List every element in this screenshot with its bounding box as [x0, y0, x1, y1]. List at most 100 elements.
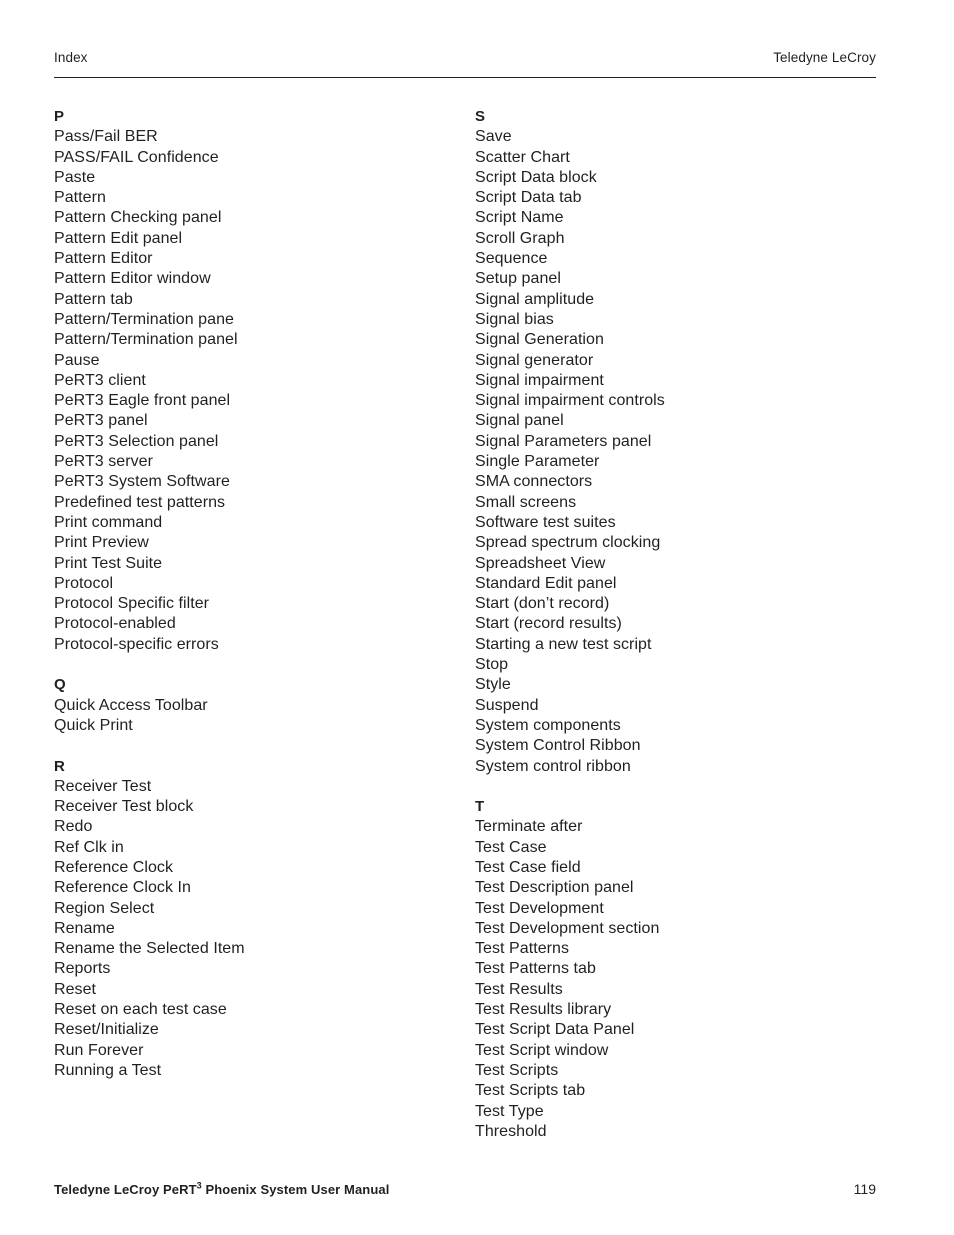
index-entry: Test Description panel [475, 879, 634, 897]
index-column-left: P Pass/Fail BER PASS/FAIL Confidence Paste P… [54, 107, 454, 1081]
index-entry: Ref Clk in [54, 838, 124, 856]
index-entry: Run Forever [54, 1041, 144, 1059]
index-entry: Signal panel [475, 412, 564, 430]
index-entry: PeRT3 panel [54, 412, 148, 430]
index-entry: Pattern tab [54, 290, 133, 308]
index-entry: PeRT3 Selection panel [54, 432, 219, 450]
index-entry: Single Parameter [475, 453, 600, 471]
index-entry: Test Results [475, 980, 563, 998]
index-entry: System Control Ribbon [475, 737, 641, 755]
index-entry: Reference Clock [54, 858, 174, 876]
header-company-label: Teledyne LeCroy [773, 50, 876, 65]
index-entry: Test Type [475, 1102, 544, 1120]
page-header: Index Teledyne LeCroy [54, 50, 876, 65]
index-entry: Rename the Selected Item [54, 940, 245, 958]
index-entry: Test Case field [475, 858, 581, 876]
index-entry: Test Development [475, 899, 604, 917]
index-entry: Signal impairment [475, 371, 604, 389]
index-entry: Starting a new test script [475, 635, 652, 653]
index-entry: Pattern Editor window [54, 270, 211, 288]
index-entry: Print Preview [54, 534, 149, 552]
index-entry: Reference Clock In [54, 879, 191, 897]
index-entry: Test Case [475, 838, 547, 856]
index-entry: Pause [54, 351, 100, 369]
index-entry: Test Scripts tab [475, 1082, 586, 1100]
index-page: Index Teledyne LeCroy P Pass/Fail BER PASS… [0, 0, 954, 1235]
index-entry: Rename [54, 919, 115, 937]
index-entry: Signal Generation [475, 331, 604, 349]
index-group-letter: R [54, 757, 66, 775]
index-column-right: S Save Scatter Chart Script Data block Scrip… [475, 107, 875, 1142]
header-section-label: Index [54, 50, 88, 65]
index-group-letter: P [54, 108, 65, 125]
index-group-letter: Q [54, 676, 66, 694]
index-entry: PeRT3 System Software [54, 473, 230, 491]
index-entry: Scroll Graph [475, 229, 565, 247]
footer-title-suffix: Phoenix System User Manual [201, 1182, 390, 1197]
index-entry: Receiver Test [54, 777, 152, 795]
index-entry: Reset on each test case [54, 1001, 227, 1019]
index-entry: Start (don’t record) [475, 595, 610, 613]
index-entry: Setup panel [475, 270, 561, 288]
index-entry: Print Test Suite [54, 554, 163, 572]
index-entry: Pattern/Termination pane [54, 310, 234, 328]
index-entry: Signal impairment controls [475, 392, 665, 410]
index-entry: PASS/FAIL Confidence [54, 148, 219, 166]
header-divider [54, 77, 876, 78]
index-entry: Test Scripts [475, 1061, 559, 1079]
index-entry: Terminate after [475, 818, 583, 836]
index-entry: Test Script Data Panel [475, 1021, 635, 1039]
index-entry: Running a Test [54, 1061, 162, 1079]
index-entry: Standard Edit panel [475, 574, 617, 592]
index-entry: Reset [54, 980, 97, 998]
index-group-s: S Save Scatter Chart Script Data block Scrip… [475, 107, 875, 777]
index-entry: Script Data tab [475, 189, 582, 207]
index-entry: Pass/Fail BER [54, 128, 158, 146]
page-footer: Teledyne LeCroy PeRT3 Phoenix System Use… [54, 1181, 876, 1197]
index-entry: Protocol-enabled [54, 615, 176, 633]
index-entry: Protocol Specific filter [54, 595, 210, 613]
index-entry: Quick Access Toolbar [54, 696, 208, 714]
index-entry: Signal bias [475, 310, 554, 328]
index-entry: Test Script window [475, 1041, 609, 1059]
index-entry: Pattern Edit panel [54, 229, 183, 247]
index-group-q: Q Quick Access Toolbar Quick Print [54, 675, 454, 736]
index-entry: Style [475, 676, 511, 694]
index-entry: PeRT3 client [54, 371, 146, 389]
index-entry: Spread spectrum clocking [475, 534, 661, 552]
index-entry: Quick Print [54, 716, 133, 734]
index-entry: Paste [54, 168, 96, 186]
index-entry: Receiver Test block [54, 798, 194, 816]
index-entry: Pattern/Termination panel [54, 331, 238, 349]
index-entry: Signal amplitude [475, 290, 595, 308]
index-entry: PeRT3 server [54, 453, 154, 471]
index-entry: PeRT3 Eagle front panel [54, 392, 231, 410]
index-entry: Print command [54, 513, 163, 531]
index-entry: System control ribbon [475, 757, 631, 775]
index-entry: Stop [475, 656, 509, 674]
index-entry: Script Data block [475, 168, 597, 186]
index-entry: Test Patterns tab [475, 960, 596, 978]
footer-title-prefix: Teledyne LeCroy PeRT [54, 1182, 197, 1197]
index-entry: Protocol-specific errors [54, 635, 219, 653]
index-entry: Script Name [475, 209, 564, 227]
index-entry: Reports [54, 960, 111, 978]
index-entry: Test Results library [475, 1001, 612, 1019]
index-entry: Test Development section [475, 919, 660, 937]
footer-page-number: 119 [853, 1181, 876, 1197]
index-entry: Threshold [475, 1122, 547, 1140]
index-entry: SMA connectors [475, 473, 593, 491]
index-group-t: T Terminate after Test Case Test Case field… [475, 797, 875, 1142]
index-entry: Pattern Editor [54, 250, 153, 268]
index-entry: Scatter Chart [475, 148, 570, 166]
index-entry: Redo [54, 818, 93, 836]
index-entry: Test Patterns [475, 940, 570, 958]
index-entry: Signal generator [475, 351, 594, 369]
index-entry: Start (record results) [475, 615, 622, 633]
index-entry: System components [475, 716, 621, 734]
index-entry: Pattern Checking panel [54, 209, 222, 227]
index-entry: Software test suites [475, 513, 616, 531]
index-entry: Sequence [475, 250, 548, 268]
index-entry: Predefined test patterns [54, 493, 226, 511]
index-group-p: P Pass/Fail BER PASS/FAIL Confidence Paste P… [54, 107, 454, 655]
